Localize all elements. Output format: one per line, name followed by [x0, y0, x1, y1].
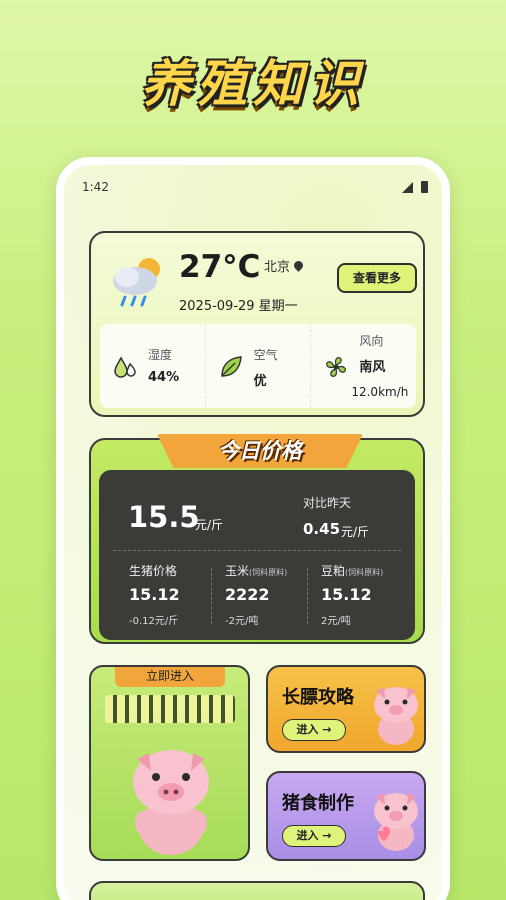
pig-feed-card[interactable]: 猪食制作 进入 →	[266, 771, 426, 861]
price-item-label: 豆粕(饲料原料)	[321, 562, 417, 579]
feed-enter-button[interactable]: 进入 →	[282, 825, 346, 847]
price-item-value: 15.12	[321, 585, 372, 604]
fan-icon	[326, 357, 347, 377]
metric-label: 湿度	[148, 348, 173, 362]
weather-card: 27°C 北京 2025-09-29 星期一 查看更多 湿度 44% 空气 优 …	[89, 231, 425, 417]
pig-illustration	[133, 750, 209, 855]
weather-metrics: 湿度 44% 空气 优 风向 南风 12.0km/h	[100, 324, 416, 408]
date-label: 2025-09-29 星期一	[179, 299, 298, 314]
price-item-change: 2元/吨	[321, 616, 351, 627]
metric-value: 优	[253, 374, 267, 389]
price-title: 今日价格	[218, 439, 302, 463]
blurred-banner-text	[105, 695, 235, 723]
view-more-button[interactable]: 查看更多	[337, 263, 417, 293]
metric-label: 空气	[253, 348, 278, 362]
leaf-icon	[220, 356, 242, 377]
metric-value: 44%	[148, 370, 180, 385]
temperature: 27°C	[179, 249, 261, 285]
phone-frame: 1:42 27°C 北京 2025-09-29 星期一 查看更多 湿度 44% …	[56, 157, 450, 900]
price-item-name: 生猪价格	[129, 564, 178, 578]
status-icons	[402, 181, 428, 193]
metric-wind: 风向 南风 12.0km/h	[311, 324, 416, 408]
price-divider	[113, 550, 401, 551]
status-time: 1:42	[82, 180, 109, 194]
main-price-unit: 元/斤	[195, 518, 224, 532]
price-item-name: 玉米	[225, 564, 250, 578]
column-separator	[211, 568, 212, 624]
city-label: 北京	[264, 256, 305, 275]
compare-unit: 元/斤	[341, 525, 370, 539]
guide-enter-button[interactable]: 进入 →	[282, 719, 346, 741]
metric-label: 风向	[359, 334, 384, 348]
metric-humidity: 湿度 44%	[100, 324, 206, 408]
price-item-name: 豆粕	[321, 564, 346, 578]
metric-value: 南风	[359, 360, 386, 375]
battery-icon	[421, 181, 428, 193]
pig-icon	[374, 793, 418, 851]
compare-label: 对比昨天	[303, 496, 352, 510]
fattening-guide-card[interactable]: 长膘攻略 进入 →	[266, 665, 426, 753]
feed-title: 猪食制作	[282, 793, 354, 814]
location-pin-icon	[292, 259, 305, 272]
price-item-note: (饲料原料)	[345, 568, 384, 577]
enter-card[interactable]: 立即进入	[89, 665, 250, 861]
signal-icon	[402, 181, 413, 193]
humidity-icon	[114, 356, 136, 378]
pig-icon	[374, 687, 418, 745]
price-panel: 15.5 元/斤 对比昨天 0.45 元/斤 生猪价格 15.12 -0.12元…	[99, 470, 415, 640]
weather-cloud-icon	[113, 258, 160, 307]
status-bar: 1:42	[82, 177, 428, 197]
city-name: 北京	[264, 260, 291, 275]
metric-air: 空气 优	[206, 324, 312, 408]
bottom-card[interactable]	[89, 881, 425, 900]
price-card: 今日价格 15.5 元/斤 对比昨天 0.45 元/斤 生猪价格 15.12 -…	[89, 434, 425, 644]
hero-title: 养殖知识	[141, 55, 365, 113]
price-item-note: (饲料原料)	[249, 568, 288, 577]
compare-value: 0.45	[303, 520, 341, 538]
main-price: 15.5	[128, 500, 200, 534]
enter-now-tag[interactable]: 立即进入	[115, 667, 225, 687]
metric-sub: 12.0km/h	[351, 385, 409, 399]
column-separator	[307, 568, 308, 624]
price-item-soybean: 豆粕(饲料原料) 15.12 2元/吨	[321, 562, 417, 627]
guide-title: 长膘攻略	[282, 687, 354, 708]
